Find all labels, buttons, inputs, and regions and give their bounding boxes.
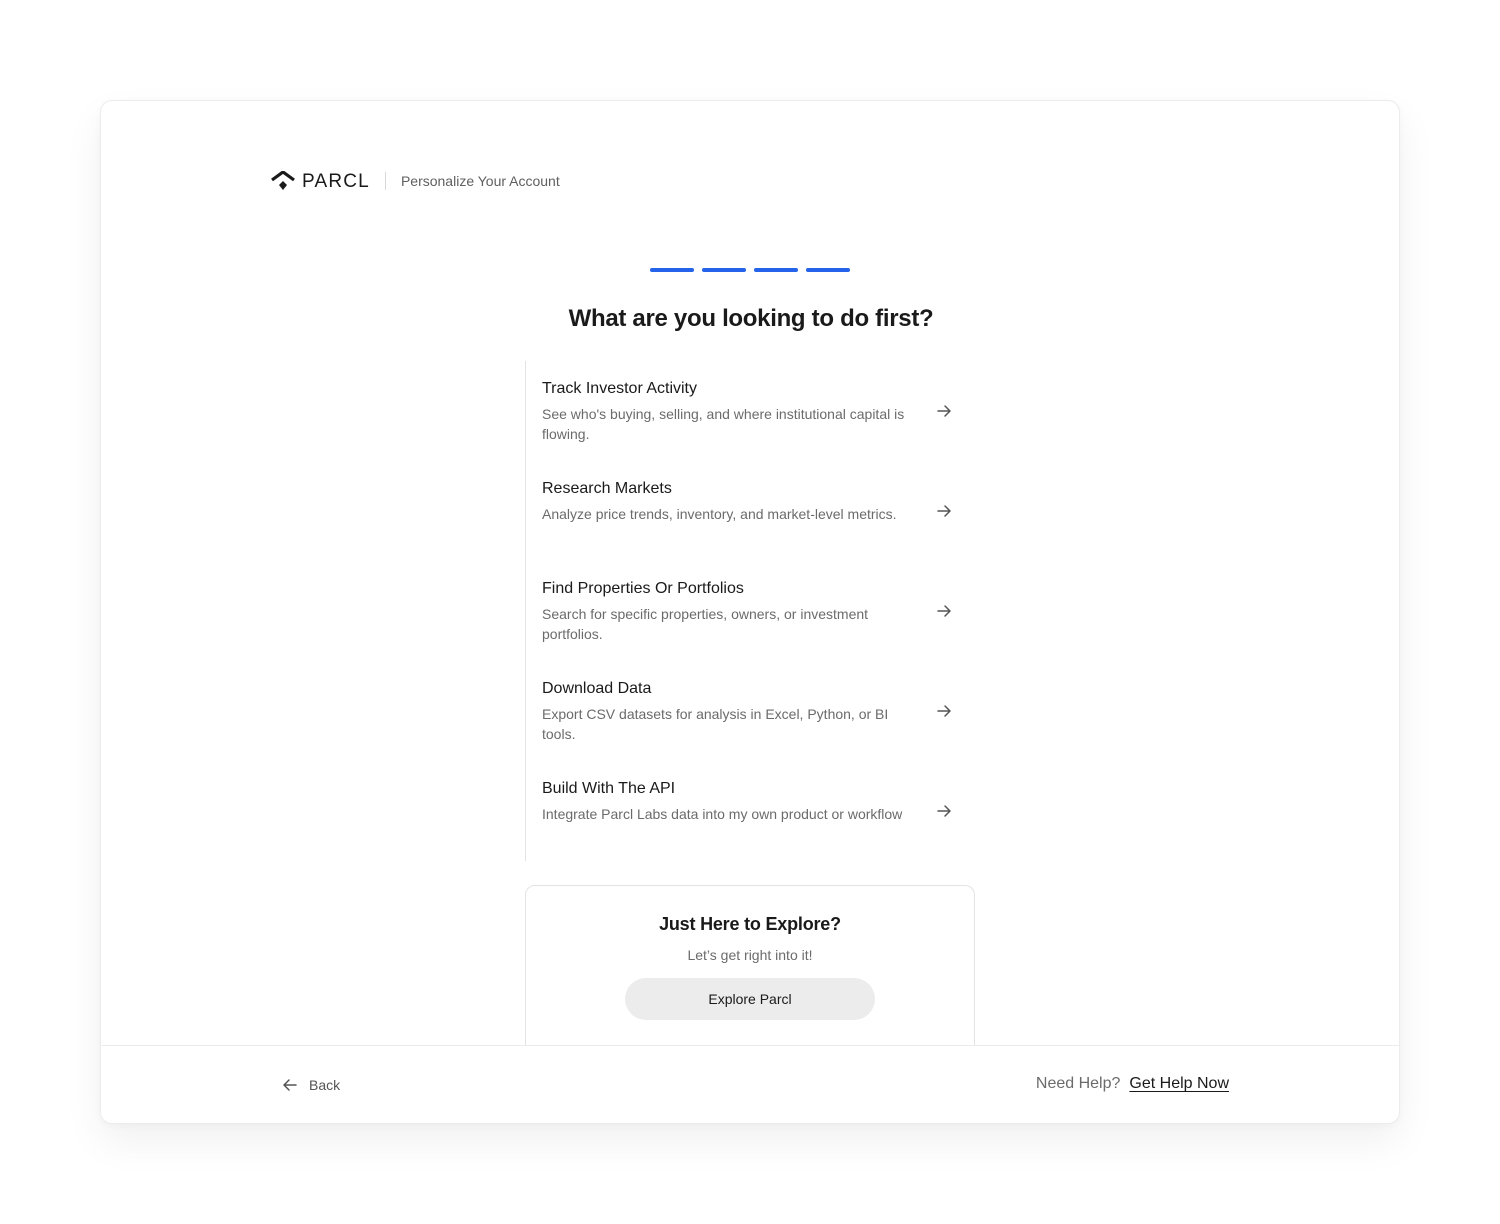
back-label: Back	[309, 1077, 341, 1093]
option-title: Track Investor Activity	[542, 380, 697, 397]
option-download-data[interactable]: Download Data Export CSV datasets for an…	[526, 661, 975, 761]
option-title: Find Properties Or Portfolios	[542, 580, 744, 597]
explore-title: Just Here to Explore?	[659, 914, 841, 934]
option-research-markets[interactable]: Research Markets Analyze price trends, i…	[526, 461, 975, 561]
onboarding-card: PARCL Personalize Your Account What are …	[100, 100, 1400, 1124]
arrow-left-icon	[283, 1079, 297, 1091]
arrow-right-icon	[937, 805, 951, 817]
option-track-investor-activity[interactable]: Track Investor Activity See who's buying…	[526, 361, 975, 461]
help-prompt: Need Help?	[1035, 1075, 1121, 1092]
progress-step-1	[650, 268, 694, 272]
progress-step-3	[754, 268, 798, 272]
back-button[interactable]: Back	[281, 1076, 340, 1094]
arrow-right-icon	[937, 405, 951, 417]
option-title: Build With The API	[542, 780, 676, 797]
option-description: Search for specific properties, owners, …	[542, 606, 869, 642]
progress-step-2	[702, 268, 746, 272]
header: PARCL Personalize Your Account	[271, 169, 560, 193]
option-list: Track Investor Activity See who's buying…	[525, 361, 975, 861]
get-help-link[interactable]: Get Help Now	[1129, 1075, 1229, 1093]
header-divider	[384, 172, 386, 190]
page-title: What are you looking to do first?	[568, 305, 934, 332]
header-subtitle: Personalize Your Account	[400, 173, 560, 189]
parcl-logo: PARCL	[271, 171, 370, 191]
explore-subtitle: Let’s get right into it!	[687, 947, 813, 963]
option-title: Download Data	[542, 680, 652, 697]
help-section: Need Help? Get Help Now	[1036, 1075, 1229, 1093]
explore-parcl-button[interactable]: Explore Parcl	[625, 978, 875, 1020]
arrow-right-icon	[937, 705, 951, 717]
logo-text: PARCL	[302, 170, 370, 192]
option-build-with-api[interactable]: Build With The API Integrate Parcl Labs …	[526, 761, 975, 861]
option-title: Research Markets	[542, 480, 672, 497]
arrow-right-icon	[937, 505, 951, 517]
option-description: Export CSV datasets for analysis in Exce…	[542, 706, 889, 742]
arrow-right-icon	[937, 605, 951, 617]
progress-indicator	[650, 268, 850, 272]
option-description: Integrate Parcl Labs data into my own pr…	[542, 806, 903, 822]
progress-step-4	[806, 268, 850, 272]
option-description: See who's buying, selling, and where ins…	[542, 406, 905, 442]
parcl-logo-icon	[271, 171, 295, 190]
footer: Back Need Help? Get Help Now	[101, 1045, 1399, 1123]
option-find-properties[interactable]: Find Properties Or Portfolios Search for…	[526, 561, 975, 661]
explore-panel: Just Here to Explore? Let’s get right in…	[525, 885, 975, 1055]
option-description: Analyze price trends, inventory, and mar…	[542, 506, 897, 522]
